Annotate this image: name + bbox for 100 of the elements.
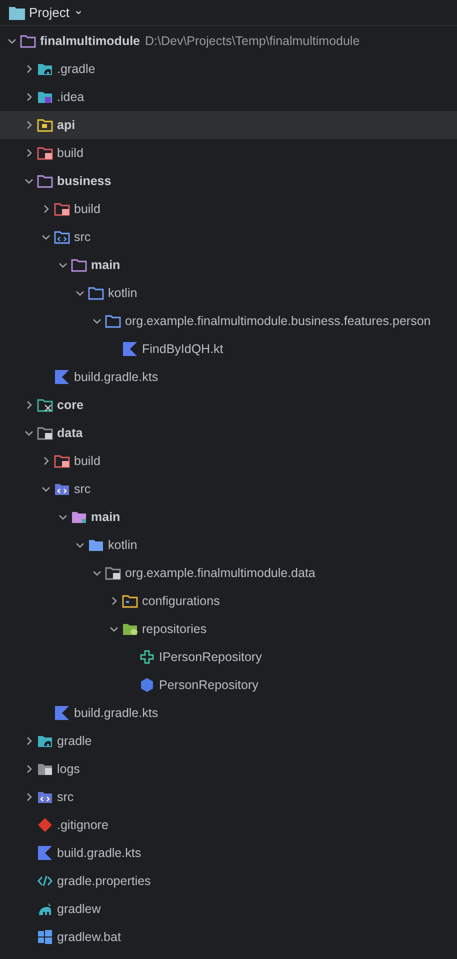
item-name: kotlin	[108, 286, 138, 300]
tree-item[interactable]: kotlin	[0, 279, 457, 307]
chevron-down-icon[interactable]	[92, 316, 102, 326]
chevron-right-icon[interactable]	[24, 792, 34, 802]
item-name: main	[91, 510, 120, 524]
chevron-down-icon[interactable]	[109, 624, 119, 634]
tree-item[interactable]: build	[0, 447, 457, 475]
item-name: gradlew.bat	[57, 930, 121, 944]
item-name: core	[57, 398, 84, 412]
chevron-right-icon[interactable]	[24, 400, 34, 410]
tree-item[interactable]: business	[0, 167, 457, 195]
tree-item[interactable]: finalmultimodule D:\Dev\Projects\Temp\finalmultimodule	[0, 27, 457, 55]
item-name: IPersonRepository	[159, 650, 262, 664]
folder-icon	[88, 537, 104, 553]
chevron-down-icon[interactable]	[7, 36, 17, 46]
tree-item[interactable]: src	[0, 475, 457, 503]
item-name: build	[74, 202, 100, 216]
folder-icon	[71, 257, 87, 273]
chevron-down-icon[interactable]	[24, 176, 34, 186]
kotlin-icon	[122, 341, 138, 357]
item-name: src	[57, 790, 74, 804]
folder-icon	[37, 173, 53, 189]
tree-item[interactable]: repositories	[0, 615, 457, 643]
chevron-right-icon[interactable]	[109, 596, 119, 606]
kotlin-icon	[37, 845, 53, 861]
folder-icon	[37, 761, 53, 777]
item-name: data	[57, 426, 83, 440]
item-name: kotlin	[108, 538, 138, 552]
source-folder-icon	[37, 789, 53, 805]
item-name: .gradle	[57, 62, 96, 76]
source-folder-icon	[54, 481, 70, 497]
item-name: FindByIdQH.kt	[142, 342, 224, 356]
item-name: gradle.properties	[57, 874, 151, 888]
tree-item[interactable]: PersonRepository	[0, 671, 457, 699]
chevron-down-icon[interactable]	[58, 512, 68, 522]
chevron-down-icon[interactable]	[41, 484, 51, 494]
tree-item[interactable]: build.gradle.kts	[0, 839, 457, 867]
tree-item[interactable]: gradle	[0, 727, 457, 755]
chevron-right-icon[interactable]	[24, 148, 34, 158]
chevron-right-icon[interactable]	[24, 120, 34, 130]
tree-item[interactable]: data	[0, 419, 457, 447]
chevron-right-icon[interactable]	[41, 456, 51, 466]
tree-item[interactable]: main	[0, 503, 457, 531]
locked-folder-icon	[37, 425, 53, 441]
folder-icon	[9, 6, 25, 20]
tree-item[interactable]: gradlew.bat	[0, 923, 457, 951]
tree-item[interactable]: .gitignore	[0, 811, 457, 839]
kotlin-icon	[54, 369, 70, 385]
database-folder-icon	[122, 621, 138, 637]
windows-icon	[37, 929, 53, 945]
item-name: api	[57, 118, 76, 132]
tree-item[interactable]: .idea	[0, 83, 457, 111]
code-icon	[37, 873, 53, 889]
item-name: .gitignore	[57, 818, 108, 832]
tree-item[interactable]: gradlew	[0, 895, 457, 923]
chevron-down-icon[interactable]	[75, 288, 85, 298]
tree-item[interactable]: build	[0, 195, 457, 223]
item-name: src	[74, 230, 91, 244]
tree-item[interactable]: core	[0, 391, 457, 419]
chevron-down-icon[interactable]	[24, 428, 34, 438]
chevron-right-icon[interactable]	[24, 92, 34, 102]
tree-item[interactable]: .gradle	[0, 55, 457, 83]
chevron-down-icon[interactable]	[41, 232, 51, 242]
chevron-right-icon[interactable]	[24, 64, 34, 74]
item-name: build	[74, 454, 100, 468]
chevron-down-icon[interactable]	[58, 260, 68, 270]
folder-icon	[54, 453, 70, 469]
tree-item[interactable]: build.gradle.kts	[0, 699, 457, 727]
chevron-right-icon[interactable]	[24, 764, 34, 774]
elephant-folder-icon	[37, 733, 53, 749]
locked-folder-icon	[105, 565, 121, 581]
tree-item[interactable]: IPersonRepository	[0, 643, 457, 671]
tree-item[interactable]: configurations	[0, 587, 457, 615]
chevron-down-icon[interactable]	[92, 568, 102, 578]
tree-item[interactable]: FindByIdQH.kt	[0, 335, 457, 363]
item-name: .idea	[57, 90, 84, 104]
tree-item[interactable]: gradle.properties	[0, 867, 457, 895]
tree-item[interactable]: build	[0, 139, 457, 167]
folder-icon	[54, 201, 70, 217]
item-name: finalmultimodule	[40, 34, 140, 48]
tree-item[interactable]: src	[0, 783, 457, 811]
tree-item[interactable]: org.example.finalmultimodule.data	[0, 559, 457, 587]
dropdown-caret[interactable]: ⌄	[73, 4, 84, 14]
tree-item[interactable]: main	[0, 251, 457, 279]
chevron-right-icon[interactable]	[41, 204, 51, 214]
folder-icon	[20, 33, 36, 49]
item-name: build.gradle.kts	[57, 846, 142, 860]
tree-item[interactable]: org.example.finalmultimodule.business.features.person	[0, 307, 457, 335]
source-folder-icon	[54, 229, 70, 245]
tree-item[interactable]: logs	[0, 755, 457, 783]
tree-item[interactable]: kotlin	[0, 531, 457, 559]
panel-title[interactable]: Project	[29, 5, 70, 20]
chevron-down-icon[interactable]	[75, 540, 85, 550]
project-path: D:\Dev\Projects\Temp\finalmultimodule	[145, 34, 360, 48]
item-name: gradle	[57, 734, 92, 748]
chevron-right-icon[interactable]	[24, 736, 34, 746]
tree-item[interactable]: src	[0, 223, 457, 251]
tree-item[interactable]: api	[0, 111, 457, 139]
tree-item[interactable]: build.gradle.kts	[0, 363, 457, 391]
folder-icon	[37, 117, 53, 133]
